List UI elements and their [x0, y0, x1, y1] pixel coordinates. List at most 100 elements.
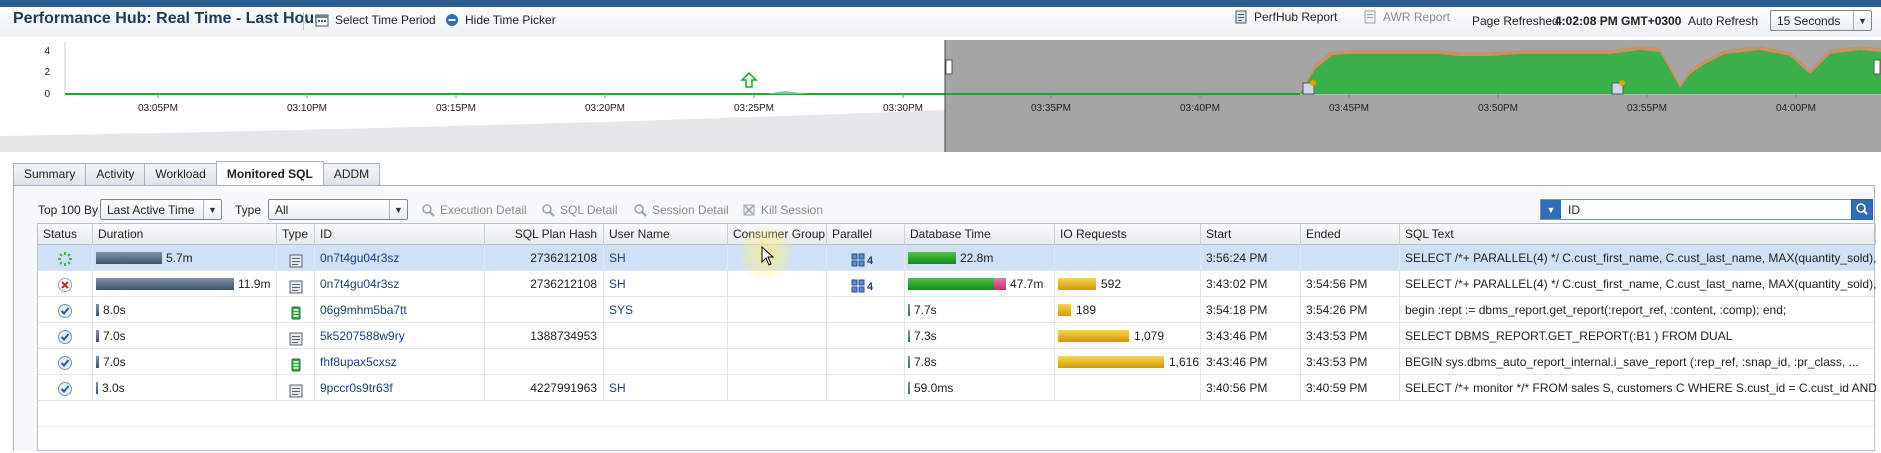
table-row[interactable]: 7.0s fhf8upax5cxsz 7.8s 1,616 3:43:46 PM 3:43…: [38, 349, 1874, 375]
sql-text-cell: begin :rept := dbms_report.get_report(:r…: [1405, 303, 1787, 317]
io-requests-cell: 1,616: [1055, 349, 1201, 375]
completed-status-icon: [57, 302, 73, 318]
status-cell: [38, 323, 93, 349]
tab-monitored-sql[interactable]: Monitored SQL: [215, 161, 324, 185]
consumer-group-cell: [728, 297, 827, 323]
hide-time-picker-button[interactable]: Hide Time Picker: [445, 13, 556, 27]
header-parallel-col[interactable]: Parallel: [827, 224, 905, 245]
time-picker-chart[interactable]: 4 2 0 03:05PM 03:10PM 03:15PM 03:20PM 03:25P…: [0, 40, 1881, 152]
ended-time-cell: 3:43:53 PM: [1301, 323, 1400, 349]
perfhub-report-label: PerfHub Report: [1254, 10, 1338, 24]
db-time-value: 7.8s: [914, 355, 937, 369]
awr-report-label: AWR Report: [1383, 10, 1450, 24]
db-cpu-bar: [908, 304, 910, 316]
sql-id-link[interactable]: fhf8upax5cxsz: [315, 349, 485, 375]
execution-detail-button[interactable]: Execution Detail: [421, 203, 527, 217]
table-row[interactable]: 11.9m 0n7t4gu04r3sz 2736212108 SH 4 47.7m 592 3…: [38, 271, 1876, 297]
select-time-period-button[interactable]: Select Time Period: [315, 13, 436, 27]
top-banner-strip: [0, 0, 1881, 7]
user-name-link[interactable]: SH: [604, 271, 728, 297]
db-cpu-bar: [908, 356, 910, 368]
parallel-cell: [827, 375, 905, 401]
header-user-col[interactable]: User Name: [604, 224, 728, 245]
io-requests-cell: [1055, 375, 1201, 401]
x-tick-label: 04:00PM: [1776, 103, 1816, 114]
user-name-link[interactable]: [604, 323, 728, 349]
table-row[interactable]: 5.7m 0n7t4gu04r3sz 2736212108 SH 4 22.8m 3:56:…: [38, 245, 1876, 271]
table-row[interactable]: 3.0s 9pccr0s9tr63f 4227991963 SH 59.0ms 3:40:…: [38, 375, 1876, 401]
auto-refresh-select[interactable]: 15 Seconds ▼: [1770, 10, 1872, 31]
header-id-col[interactable]: ID: [315, 224, 485, 245]
x-tick-label: 03:55PM: [1627, 103, 1667, 114]
header-ended-col[interactable]: Ended: [1301, 224, 1400, 245]
table-row[interactable]: 7.0s 5k5207588w9ry 1388734953 7.3s 1,079 3:43…: [38, 323, 1874, 349]
sql-id-link[interactable]: 5k5207588w9ry: [315, 323, 485, 349]
duration-bar: [96, 278, 234, 290]
start-time-cell: 3:54:18 PM: [1201, 297, 1301, 323]
window-left-handle[interactable]: [945, 59, 953, 75]
perfhub-report-button[interactable]: PerfHub Report: [1234, 10, 1337, 24]
tab-workload[interactable]: Workload: [144, 163, 217, 185]
sql-id-link[interactable]: 0n7t4gu04r3sz: [315, 271, 485, 297]
x-tick-label: 03:15PM: [436, 103, 476, 114]
kill-session-button[interactable]: Kill Session: [742, 203, 823, 217]
duration-cell: 7.0s: [93, 349, 277, 375]
tab-activity[interactable]: Activity: [85, 163, 146, 185]
tab-bar: Summary Activity Workload Monitored SQL …: [13, 161, 381, 185]
detail-icon: [541, 203, 555, 217]
error-status-icon: [57, 276, 73, 292]
ended-time-cell: 3:43:53 PM: [1301, 349, 1400, 375]
top-by-value: Last Active Time: [107, 202, 195, 217]
user-name-link[interactable]: [604, 349, 728, 375]
header-plan-hash-col[interactable]: SQL Plan Hash: [485, 224, 604, 245]
kill-icon: [742, 203, 756, 217]
session-detail-button[interactable]: Session Detail: [633, 203, 729, 217]
header-io-requests-col[interactable]: IO Requests: [1055, 224, 1201, 245]
ended-time-cell: 3:40:59 PM: [1301, 375, 1400, 401]
db-cpu-bar: [908, 382, 910, 394]
header-db-time-col[interactable]: Database Time: [905, 224, 1055, 245]
sql-id-link[interactable]: 0n7t4gu04r3sz: [315, 245, 485, 271]
db-time-value: 47.7m: [1010, 277, 1044, 291]
completed-status-icon: [57, 380, 73, 396]
header-type-col[interactable]: Type: [277, 224, 315, 245]
tab-summary[interactable]: Summary: [13, 163, 87, 185]
chevron-down-icon: ▼: [389, 200, 407, 219]
header-sql-text-col[interactable]: SQL Text: [1400, 224, 1876, 245]
user-name-link[interactable]: SH: [604, 375, 728, 401]
completed-status-icon: [57, 328, 73, 344]
db-time-cell: 7.7s: [905, 297, 1055, 323]
type-cell: [277, 375, 315, 401]
y-tick: 4: [44, 46, 50, 57]
duration-bar: [96, 356, 99, 368]
db-time-cell: 47.7m: [905, 271, 1055, 297]
auto-refresh-label: Auto Refresh: [1688, 14, 1759, 28]
plan-hash-cell: [485, 349, 604, 375]
chevron-down-icon[interactable]: ▼: [1541, 200, 1561, 219]
parallel-cell: 4: [827, 271, 905, 297]
header-status-col[interactable]: Status: [38, 224, 93, 245]
awr-report-button[interactable]: AWR Report: [1363, 10, 1450, 24]
search-field[interactable]: ▼ ID: [1540, 199, 1873, 220]
io-requests-bar: [1058, 304, 1071, 316]
tab-addm[interactable]: ADDM: [322, 163, 381, 185]
type-select[interactable]: All ▼: [268, 199, 408, 220]
arrow-up-icon[interactable]: [740, 71, 758, 88]
window-right-handle[interactable]: [1873, 59, 1881, 75]
sql-id-link[interactable]: 9pccr0s9tr63f: [315, 375, 485, 401]
y-tick: 0: [44, 89, 50, 100]
search-icon[interactable]: [1851, 199, 1873, 220]
db-time-cell: 7.8s: [905, 349, 1055, 375]
type-cell: [277, 245, 315, 271]
user-name-link[interactable]: SH: [604, 245, 728, 271]
header-start-col[interactable]: Start: [1201, 224, 1301, 245]
start-time-cell: 3:43:02 PM: [1201, 271, 1301, 297]
db-time-value: 7.3s: [914, 329, 937, 343]
sql-id-link[interactable]: 06g9mhm5ba7tt: [315, 297, 485, 323]
sql-detail-button[interactable]: SQL Detail: [541, 203, 618, 217]
user-name-link[interactable]: SYS: [604, 297, 728, 323]
table-row[interactable]: 8.0s 06g9mhm5ba7tt SYS 7.7s 189 3:54:18 PM 3:5…: [38, 297, 1874, 323]
header-consumer-group-col[interactable]: Consumer Group: [728, 224, 827, 245]
header-duration-col[interactable]: Duration: [93, 224, 277, 245]
top-by-select[interactable]: Last Active Time ▼: [100, 199, 222, 220]
